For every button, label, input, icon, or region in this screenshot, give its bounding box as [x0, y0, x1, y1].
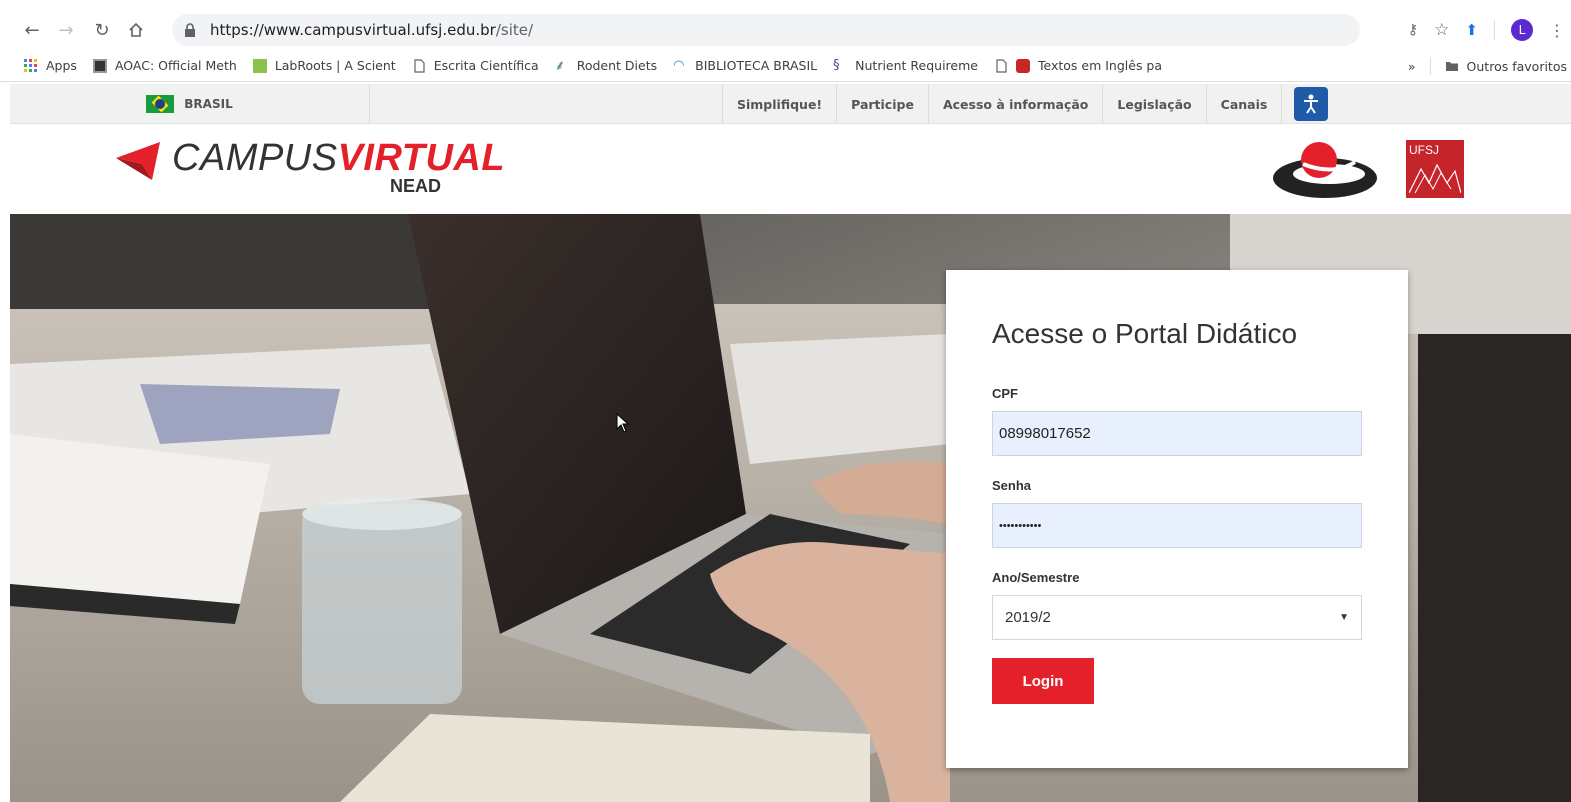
menu-icon[interactable]: ⋮: [1549, 21, 1565, 40]
bookmark-rodent[interactable]: ⸙ Rodent Diets: [555, 58, 657, 73]
gov-links: Simplifique! Participe Acesso à informaç…: [722, 84, 1329, 124]
gov-link-canais[interactable]: Canais: [1205, 84, 1283, 124]
bookmark-textos[interactable]: Textos em Inglês pa: [994, 58, 1162, 73]
nutrient-icon: §: [833, 57, 840, 73]
dropdown-arrow-icon: ▼: [1339, 612, 1349, 623]
bookmark-labroots[interactable]: LabRoots | A Scient: [252, 58, 396, 73]
bookmark-biblioteca[interactable]: ◠ BIBLIOTECA BRASIL: [673, 58, 817, 73]
star-icon[interactable]: ☆: [1434, 20, 1449, 40]
back-icon[interactable]: ←: [18, 16, 46, 44]
rodent-icon: ⸙: [554, 57, 566, 74]
page-icon: [996, 58, 1007, 73]
login-card: Acesse o Portal Didático CPF 08998017652…: [946, 270, 1408, 768]
home-icon[interactable]: [122, 16, 150, 44]
gov-brasil-link[interactable]: BRASIL: [10, 84, 370, 124]
bookmarks-divider: [1429, 57, 1431, 75]
logo-subtitle: NEAD: [390, 176, 442, 196]
bookmark-aoac[interactable]: AOAC: Official Meth: [92, 58, 237, 73]
other-bookmarks-folder[interactable]: Outros favoritos: [1445, 59, 1567, 74]
gov-bar: BRASIL Simplifique! Participe Acesso à i…: [10, 84, 1571, 124]
extension-icon[interactable]: ⬆: [1465, 21, 1478, 39]
biblioteca-icon: ◠: [673, 57, 685, 73]
reload-icon[interactable]: ↻: [88, 16, 116, 44]
brazil-flag-icon: [146, 95, 175, 113]
page: ← → ↻ https://www.campusvirtual.ufsj.edu…: [0, 0, 1571, 802]
gov-link-legislacao[interactable]: Legislação: [1102, 84, 1205, 124]
lock-icon: [185, 23, 195, 37]
bookmark-escrita[interactable]: Escrita Científica: [412, 58, 539, 73]
address-bar[interactable]: https://www.campusvirtual.ufsj.edu.br/si…: [172, 14, 1360, 46]
logo-arrow-icon: [116, 142, 160, 180]
bookmark-apps[interactable]: Apps: [24, 58, 77, 73]
toolbar-divider: [1494, 20, 1495, 40]
gov-link-simplifique[interactable]: Simplifique!: [722, 84, 836, 124]
cpf-label: CPF: [992, 386, 1018, 401]
profile-avatar[interactable]: L: [1511, 19, 1533, 41]
bookmarks-bar: Apps AOAC: Official Meth LabRoots | A Sc…: [0, 50, 1571, 82]
site-header: CAMPUSVIRTUAL NEAD UFSJ: [10, 124, 1571, 214]
ufsj-mountains-icon: [1409, 163, 1461, 193]
nead-logo[interactable]: [1273, 140, 1379, 204]
page-icon: [414, 58, 425, 73]
url-text: https://www.campusvirtual.ufsj.edu.br/si…: [210, 21, 534, 39]
login-button[interactable]: Login: [992, 658, 1094, 704]
ano-semestre-value: 2019/2: [1005, 609, 1051, 626]
password-input[interactable]: •••••••••••: [992, 503, 1362, 548]
ano-semestre-label: Ano/Semestre: [992, 570, 1080, 585]
accessibility-icon[interactable]: [1294, 87, 1329, 121]
textos-icon: [1015, 58, 1030, 73]
gov-brasil-label: BRASIL: [184, 97, 233, 111]
browser-toolbar: ← → ↻ https://www.campusvirtual.ufsj.edu…: [0, 10, 1571, 50]
apps-grid-icon: [24, 58, 37, 72]
senha-label: Senha: [992, 478, 1032, 493]
key-icon[interactable]: ⚷: [1408, 22, 1418, 38]
bookmark-nutrient[interactable]: § Nutrient Requireme: [833, 58, 978, 73]
forward-icon[interactable]: →: [52, 16, 80, 44]
bookmarks-overflow: » Outros favoritos: [1408, 50, 1571, 82]
gov-link-participe[interactable]: Participe: [836, 84, 928, 124]
ufsj-logo[interactable]: UFSJ: [1406, 140, 1464, 198]
toolbar-actions: ⚷ ☆ ⬆ L ⋮: [1408, 10, 1571, 50]
ano-semestre-select[interactable]: 2019/2 ▼: [992, 595, 1362, 640]
ufsj-label: UFSJ: [1409, 143, 1439, 157]
more-bookmarks-button[interactable]: »: [1408, 59, 1416, 74]
mouse-cursor-icon: [616, 413, 630, 433]
gov-link-acesso-informacao[interactable]: Acesso à informação: [927, 84, 1102, 124]
cpf-input[interactable]: 08998017652: [992, 411, 1362, 456]
campus-virtual-logo[interactable]: CAMPUSVIRTUAL NEAD: [116, 138, 505, 198]
folder-icon: [1445, 62, 1458, 71]
aoac-icon: [92, 58, 107, 73]
login-title: Acesse o Portal Didático: [992, 318, 1298, 349]
labroots-icon: [252, 58, 267, 73]
